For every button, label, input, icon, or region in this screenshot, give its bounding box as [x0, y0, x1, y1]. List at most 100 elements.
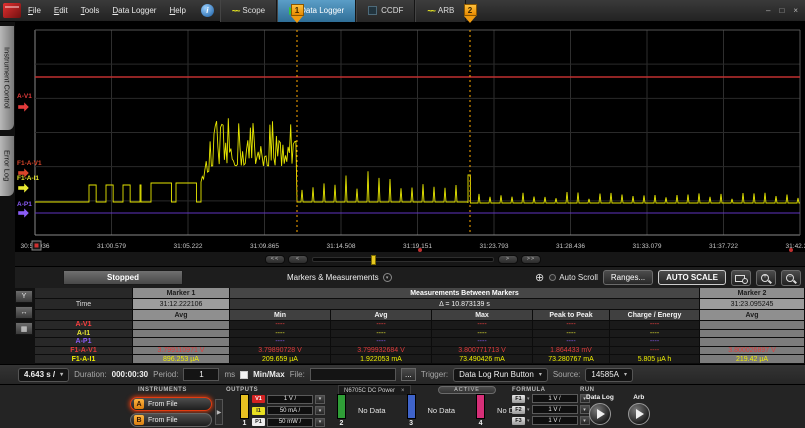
chart-scrollbar: << < > >> [15, 252, 805, 266]
formula-select-icon[interactable]: ▾ [527, 418, 530, 424]
marker-tool-button[interactable]: ↔ [15, 306, 33, 319]
cell-a-p1-avg: ---- [331, 338, 432, 347]
auto-scroll-toggle[interactable]: Auto Scroll [549, 273, 598, 282]
source-dropdown[interactable]: 14585A▾ [585, 368, 633, 382]
formula-badge-f3[interactable]: F3 [512, 417, 525, 425]
zoom-region-icon[interactable] [731, 270, 751, 286]
i1-range-value[interactable]: 50 mA / [267, 406, 313, 415]
minmax-checkbox[interactable] [240, 371, 248, 379]
zoom-out-icon[interactable]: − [781, 270, 801, 286]
channel-marker-icon-a-p1[interactable] [18, 208, 29, 218]
file-input[interactable] [310, 368, 396, 381]
tab-data-logger[interactable]: Data Logger [277, 0, 356, 22]
period-input[interactable]: 1 [183, 368, 219, 381]
scroll-prev-page-button[interactable]: << [265, 255, 285, 264]
x-tick-4: 31:14.508 [327, 243, 356, 250]
menu-help[interactable]: Help [169, 6, 185, 15]
v1-range-dropdown-icon[interactable]: ▾ [315, 395, 325, 404]
cell-f1-a-i1-min: 209.659 µA [230, 355, 331, 364]
close-button[interactable]: × [793, 6, 798, 15]
auto-scale-button[interactable]: AUTO SCALE [658, 270, 726, 285]
sidebar-tab-error-log[interactable]: Error Log [0, 136, 14, 196]
timescale-dropdown[interactable]: 4.643 s /▾ [18, 368, 69, 382]
cell-a-i1-peak-to-peak: ---- [533, 330, 610, 339]
menu-data-logger[interactable]: Data Logger [112, 6, 156, 15]
waveform-chart[interactable]: A-V1F1-A-V1F1-A-I1A-P130:55.93631:00.579… [15, 22, 805, 252]
formula-row-f1[interactable]: F1▾1 V /▾ [512, 394, 590, 403]
cell-a-v1-marker2 [700, 321, 805, 330]
scroll-next-button[interactable]: > [498, 255, 518, 264]
collapse-icon[interactable]: ▾ [383, 273, 392, 282]
sine-icon: ~~ [232, 6, 239, 16]
row-label-a-p1: A-P1 [35, 338, 133, 347]
formula-row-f3[interactable]: F3▾1 V /▾ [512, 416, 590, 425]
restore-button[interactable]: □ [779, 6, 784, 15]
formula-badge-f1[interactable]: F1 [512, 395, 525, 403]
cell-a-p1-max: ---- [432, 338, 533, 347]
x-tick-10: 31:42.365 [786, 243, 805, 250]
output-channel-3[interactable]: 3No Data [407, 394, 465, 427]
crosshair-icon[interactable]: ⊕ [535, 271, 544, 284]
p1-range-dropdown-icon[interactable]: ▾ [315, 418, 325, 427]
channel-1-color-bar [240, 394, 249, 419]
instrument-b-button[interactable]: BFrom File [130, 413, 212, 427]
instrument-tab-close-icon[interactable]: × [401, 388, 405, 394]
menu-file[interactable]: File [28, 6, 41, 15]
minimize-button[interactable]: – [766, 6, 770, 15]
scroll-track[interactable] [312, 257, 494, 262]
datalog-settings-bar: 4.643 s /▾ Duration: 000:00:30 Period: 1… [0, 364, 805, 384]
y-axis-tool-button[interactable]: Y [15, 290, 33, 303]
menubar: FileEditToolsData LoggerHelp i ~~ScopeDa… [0, 0, 805, 22]
cell-a-p1-charge-energy: ---- [610, 338, 700, 347]
formula-row-f2[interactable]: F2▾1 V /▾ [512, 405, 590, 414]
instrument-badge-a: A [134, 399, 144, 409]
menu-edit[interactable]: Edit [54, 6, 68, 15]
scroll-next-page-button[interactable]: >> [521, 255, 541, 264]
tab-arb[interactable]: ~~ARB [415, 0, 466, 22]
x-tick-7: 31:28.436 [556, 243, 585, 250]
output-channel-2[interactable]: 2No Data [337, 394, 395, 427]
menu-tools[interactable]: Tools [81, 6, 100, 15]
run-state-button[interactable]: Stopped [63, 270, 183, 285]
sidebar-tab-instrument-control[interactable]: Instrument Control [0, 26, 14, 130]
i1-range-dropdown-icon[interactable]: ▾ [315, 406, 325, 415]
cell-a-v1-avg: ---- [331, 321, 432, 330]
play-button-data-log[interactable] [589, 403, 611, 425]
channel-marker-icon-a-v1[interactable] [18, 102, 29, 112]
pane-layout-tool-button[interactable]: ▦ [15, 322, 33, 335]
tab-scope[interactable]: ~~Scope [220, 0, 277, 22]
scroll-handle[interactable] [371, 255, 376, 265]
formula-select-icon[interactable]: ▾ [527, 396, 530, 402]
ranges-button[interactable]: Ranges... [603, 270, 653, 285]
output-channels: 1V11 V /▾I150 mA /▾P150 mW /▾ 2No Data 3No… [240, 394, 534, 427]
channel-2-no-data: No Data [358, 406, 386, 415]
outputs-header: OUTPUTS [226, 387, 258, 393]
output-channel-1[interactable]: 1V11 V /▾I150 mA /▾P150 mW /▾ [240, 394, 325, 427]
instrument-a-button[interactable]: AFrom File [130, 397, 212, 411]
formula-badge-f2[interactable]: F2 [512, 406, 525, 414]
zoom-in-icon[interactable]: + [756, 270, 776, 286]
info-icon[interactable]: i [201, 4, 214, 17]
channel-label-f1-a-v1: F1-A-V1 [17, 160, 42, 167]
play-button-arb[interactable] [628, 403, 650, 425]
play-icon [636, 409, 644, 419]
menu-bar: File Edit Tools Data Logger Help [28, 6, 199, 15]
scroll-prev-button[interactable]: < [288, 255, 308, 264]
browse-button[interactable]: ... [401, 368, 416, 381]
channel-marker-icon-f1-a-i1[interactable] [18, 183, 29, 193]
tab-ccdf[interactable]: CCDF [356, 0, 415, 22]
tab-markers-measurements[interactable]: Markers & Measurements ▾ [287, 273, 392, 282]
v1-range-value[interactable]: 1 V / [267, 395, 313, 404]
trigger-dropdown[interactable]: Data Log Run Button▾ [453, 368, 548, 382]
instrument-expander-button[interactable]: ▶ [215, 399, 223, 425]
formula-select-icon[interactable]: ▾ [527, 407, 530, 413]
marker-flag-2[interactable]: 2 [464, 4, 477, 23]
p1-range-value[interactable]: 50 mW / [267, 418, 313, 427]
run-label-data-log: Data Log [586, 394, 614, 401]
formula-f1-value[interactable]: 1 V / [532, 394, 578, 403]
cell-a-v1-charge-energy: ---- [610, 321, 700, 330]
formula-f3-value[interactable]: 1 V / [532, 416, 578, 425]
time-label: Time [35, 299, 133, 310]
formula-f2-value[interactable]: 1 V / [532, 405, 578, 414]
marker-flag-1[interactable]: 1 [291, 4, 304, 23]
